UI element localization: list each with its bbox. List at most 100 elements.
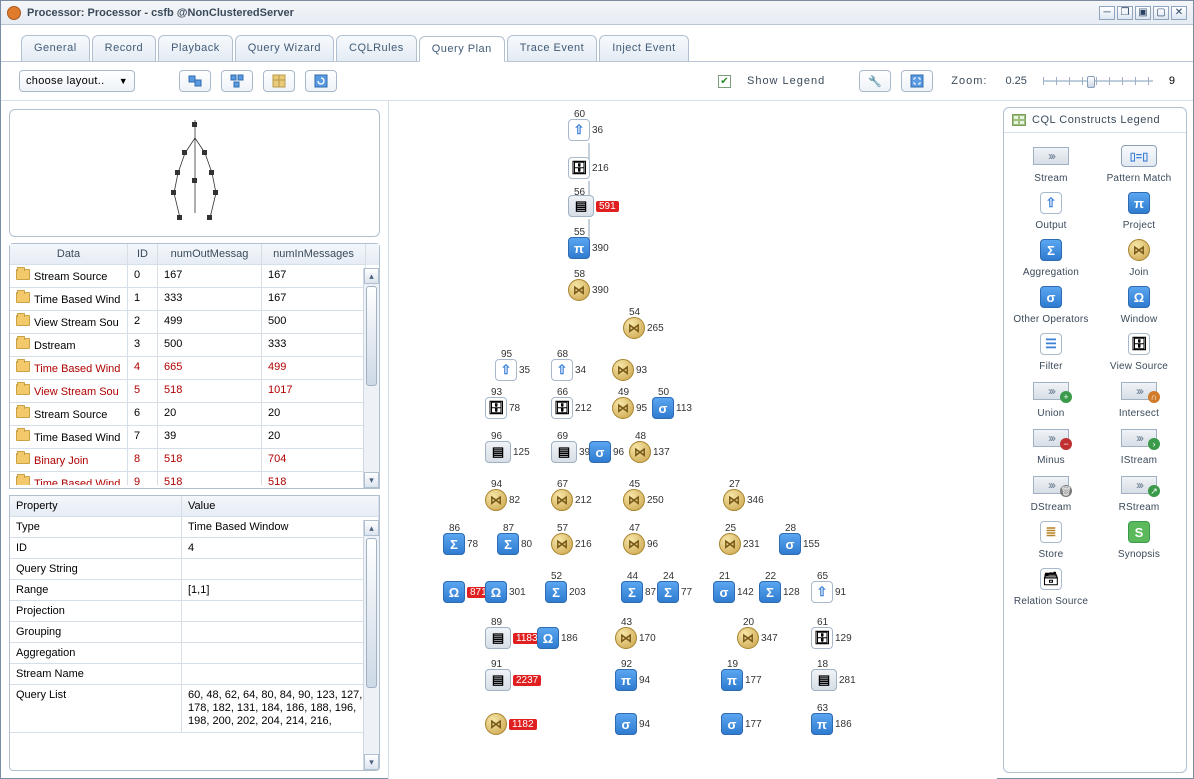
graph-node[interactable]: σ113 (652, 397, 692, 419)
graph-node[interactable]: Σ78 (443, 533, 478, 555)
tab-query-plan[interactable]: Query Plan (419, 36, 505, 62)
graph-node[interactable]: ⇧35 (495, 359, 530, 381)
graph-node[interactable]: ⋈95 (612, 397, 647, 419)
scroll-up-button[interactable]: ▴ (364, 268, 379, 284)
table-row[interactable]: Time Based Wind9518518 (10, 472, 379, 485)
graph-node[interactable]: 🗄129 (811, 627, 852, 649)
graph-node[interactable]: ⋈250 (623, 489, 664, 511)
slider-thumb[interactable] (1087, 76, 1095, 88)
table-scrollbar[interactable]: ▴ ▾ (363, 268, 379, 488)
col-in[interactable]: numInMessages (262, 244, 366, 265)
graph-node[interactable]: Σ128 (759, 581, 800, 603)
graph-node[interactable]: π186 (811, 713, 852, 735)
graph-node[interactable]: ▤281 (811, 669, 856, 691)
overview-panel[interactable] (9, 109, 380, 237)
col-value[interactable]: Value (182, 496, 379, 517)
col-data[interactable]: Data (10, 244, 128, 265)
graph-node[interactable]: ⋈346 (723, 489, 764, 511)
graph-node[interactable]: π390 (568, 237, 609, 259)
graph-node[interactable]: ▤125 (485, 441, 530, 463)
col-property[interactable]: Property (10, 496, 182, 517)
graph-node[interactable]: σ142 (713, 581, 754, 603)
maximize-button[interactable]: ▢ (1153, 6, 1169, 20)
scroll-down-button[interactable]: ▾ (364, 754, 379, 770)
expand-button[interactable] (221, 70, 253, 92)
property-row[interactable]: Query List60, 48, 62, 64, 80, 84, 90, 12… (10, 685, 379, 733)
graph-node[interactable]: ▤1183 (485, 627, 541, 649)
property-row[interactable]: Range[1,1] (10, 580, 379, 601)
graph-node[interactable]: Ω871 (443, 581, 490, 603)
property-row[interactable]: Stream Name (10, 664, 379, 685)
graph-node[interactable]: ⋈96 (623, 533, 658, 555)
zoom-slider[interactable] (1043, 72, 1153, 90)
graph-node[interactable]: Ω301 (485, 581, 526, 603)
graph-node[interactable]: ⋈1182 (485, 713, 537, 735)
graph-node[interactable]: ⋈137 (629, 441, 670, 463)
props-scrollbar[interactable]: ▴ ▾ (363, 520, 379, 770)
table-row[interactable]: Time Based Wind73920 (10, 426, 379, 449)
graph-canvas[interactable]: ⇧36 🗄216 ▤591 π390 ⋈390 ⋈265 ⇧35 ⇧34 ⋈93 🗄78 🗄212 ⋈… (389, 101, 997, 779)
graph-node[interactable]: ⋈170 (615, 627, 656, 649)
graph-node[interactable]: σ94 (615, 713, 650, 735)
graph-node[interactable]: ⋈93 (612, 359, 647, 381)
table-row[interactable]: View Stream Sou55181017 (10, 380, 379, 403)
graph-node[interactable]: σ155 (779, 533, 820, 555)
restore-down-button[interactable]: ❐ (1117, 6, 1133, 20)
table-row[interactable]: View Stream Sou2499500 (10, 311, 379, 334)
graph-node[interactable]: ⋈231 (719, 533, 760, 555)
table-row[interactable]: Stream Source62020 (10, 403, 379, 426)
scroll-thumb[interactable] (366, 286, 377, 386)
graph-node[interactable]: σ96 (589, 441, 624, 463)
graph-node[interactable]: 🗄78 (485, 397, 520, 419)
settings-button[interactable]: 🔧 (859, 70, 891, 92)
tab-playback[interactable]: Playback (158, 35, 233, 61)
graph-node[interactable]: Σ80 (497, 533, 532, 555)
table-row[interactable]: Stream Source0167167 (10, 265, 379, 288)
table-row[interactable]: Time Based Wind1333167 (10, 288, 379, 311)
refresh-button[interactable] (305, 70, 337, 92)
show-legend-checkbox[interactable]: ✔ (718, 75, 731, 88)
collapse-button[interactable] (179, 70, 211, 92)
graph-node[interactable]: 🗄216 (568, 157, 609, 179)
property-row[interactable]: TypeTime Based Window (10, 517, 379, 538)
scroll-up-button[interactable]: ▴ (364, 520, 379, 536)
graph-node[interactable]: π177 (721, 669, 762, 691)
graph-node[interactable]: Σ87 (621, 581, 656, 603)
close-button[interactable]: ✕ (1171, 6, 1187, 20)
graph-node[interactable]: ▤2237 (485, 669, 541, 691)
layout-dropdown[interactable]: choose layout.. ▼ (19, 70, 135, 92)
restore-button[interactable]: ▣ (1135, 6, 1151, 20)
graph-node[interactable]: ⋈82 (485, 489, 520, 511)
tab-query-wizard[interactable]: Query Wizard (235, 35, 334, 61)
graph-node[interactable]: 🗄212 (551, 397, 592, 419)
tab-record[interactable]: Record (92, 35, 156, 61)
property-row[interactable]: ID4 (10, 538, 379, 559)
scroll-down-button[interactable]: ▾ (364, 472, 379, 488)
graph-node[interactable]: ⋈390 (568, 279, 609, 301)
table-row[interactable]: Dstream3500333 (10, 334, 379, 357)
graph-node[interactable]: σ177 (721, 713, 762, 735)
graph-node[interactable]: ⋈216 (551, 533, 592, 555)
col-out[interactable]: numOutMessag (158, 244, 262, 265)
property-row[interactable]: Grouping (10, 622, 379, 643)
minimize-button[interactable]: ─ (1099, 6, 1115, 20)
grid-button[interactable] (263, 70, 295, 92)
property-row[interactable]: Aggregation (10, 643, 379, 664)
graph-node[interactable]: ⇧36 (568, 119, 603, 141)
graph-node[interactable]: Ω186 (537, 627, 578, 649)
graph-node[interactable]: π94 (615, 669, 650, 691)
col-id[interactable]: ID (128, 244, 158, 265)
graph-node[interactable]: ▤591 (568, 195, 619, 217)
scroll-thumb[interactable] (366, 538, 377, 688)
graph-node[interactable]: Σ77 (657, 581, 692, 603)
fit-button[interactable] (901, 70, 933, 92)
graph-node[interactable]: ⋈212 (551, 489, 592, 511)
graph-node[interactable]: ⇧34 (551, 359, 586, 381)
tab-inject-event[interactable]: Inject Event (599, 35, 688, 61)
property-row[interactable]: Projection (10, 601, 379, 622)
table-row[interactable]: Time Based Wind4665499 (10, 357, 379, 380)
graph-node[interactable]: ⋈347 (737, 627, 778, 649)
graph-node[interactable]: Σ203 (545, 581, 586, 603)
graph-node[interactable]: ⋈265 (623, 317, 664, 339)
tab-cqlrules[interactable]: CQLRules (336, 35, 417, 61)
